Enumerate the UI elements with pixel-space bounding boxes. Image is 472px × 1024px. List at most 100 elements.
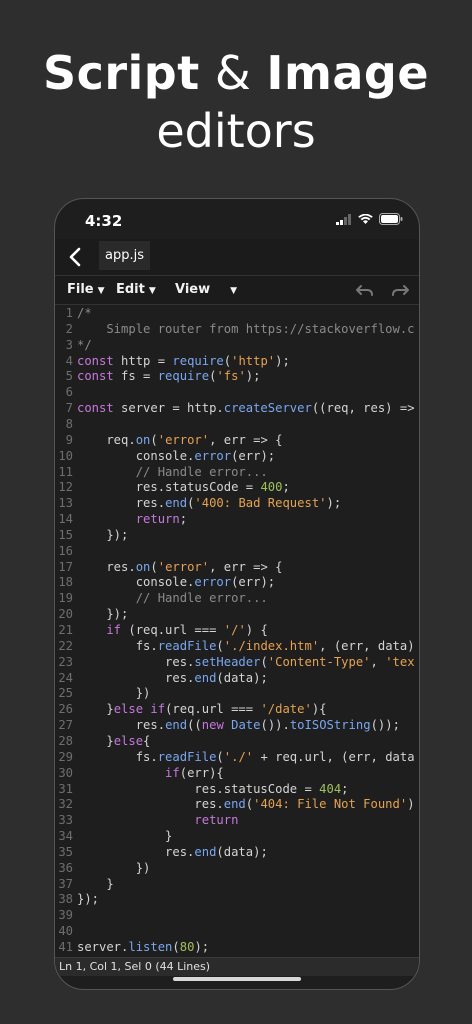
- code-token: require: [157, 369, 210, 384]
- home-indicator: [173, 977, 301, 981]
- code-text: Simple router from https://stackoverflow…: [77, 321, 414, 337]
- code-text: }: [77, 828, 172, 844]
- code-text: res.end('404: File Not Found'): [77, 796, 415, 812]
- code-line: 15 });: [55, 527, 128, 543]
- wifi-icon: [358, 213, 373, 224]
- line-number: 13: [58, 496, 73, 511]
- code-text: res.statusCode = 400;: [77, 479, 290, 495]
- line-number: 35: [58, 844, 73, 859]
- code-token: (: [150, 432, 158, 447]
- code-token: ((req, res) =>: [311, 401, 415, 416]
- code-line: 37 }: [55, 876, 113, 892]
- line-number: 2: [65, 321, 73, 336]
- code-text: // Handle error...: [77, 464, 268, 480]
- code-token: });: [77, 527, 129, 542]
- code-token: return: [77, 813, 239, 828]
- line-number: 3: [65, 337, 73, 352]
- line-number: 19: [58, 591, 73, 606]
- code-token: console.: [77, 575, 195, 590]
- code-line: 16: [55, 543, 77, 559]
- battery-icon: [379, 213, 403, 225]
- code-token: Date: [231, 718, 261, 733]
- undo-icon[interactable]: [355, 282, 375, 298]
- code-token: 80: [179, 940, 195, 954]
- menu-edit-label: Edit: [116, 282, 145, 297]
- code-line: 36 }): [55, 860, 150, 876]
- code-token: // Handle error...: [77, 464, 268, 479]
- code-line: 28 }else{: [55, 733, 150, 749]
- code-line: 11 // Handle error...: [55, 464, 268, 480]
- menu-edit[interactable]: Edit ▼: [116, 282, 156, 297]
- code-token: ,: [370, 654, 386, 669]
- code-token: res.: [77, 844, 195, 859]
- code-line: 9 req.on('error', err => {: [55, 432, 283, 448]
- code-token: */: [77, 337, 92, 352]
- code-token: http =: [113, 353, 173, 368]
- headline-line-1: Script & Image: [0, 44, 472, 102]
- menu-view[interactable]: View ▼: [175, 282, 237, 297]
- code-editor[interactable]: 1/* 2 Simple router from https://stackove…: [55, 305, 419, 957]
- code-text: });: [77, 891, 99, 907]
- promo-headline: Script & Image editors: [0, 44, 472, 160]
- code-line: 40: [55, 923, 77, 939]
- code-token: '/': [223, 623, 246, 637]
- line-number: 11: [58, 464, 73, 479]
- code-line: 19 // Handle error...: [55, 590, 268, 606]
- code-token: 'fs': [216, 369, 246, 384]
- status-time: 4:32: [85, 212, 123, 230]
- code-text: */: [77, 337, 92, 353]
- code-text: if(err){: [77, 765, 224, 781]
- line-number: 33: [58, 813, 73, 828]
- code-token: (err);: [231, 448, 276, 463]
- code-text: }else{: [77, 733, 150, 749]
- line-number: 22: [58, 638, 73, 653]
- code-text: res.end(data);: [77, 844, 268, 860]
- code-text: }else if(req.url === '/date'){: [77, 701, 327, 717]
- code-token: (err){: [179, 765, 224, 780]
- code-line: 39: [55, 907, 77, 923]
- line-number: 38: [58, 892, 73, 907]
- code-token: ): [407, 797, 415, 812]
- code-token: (: [223, 353, 232, 368]
- code-line: 14 return;: [55, 511, 187, 527]
- code-line: 7 const server = http.createServer((req, …: [55, 400, 415, 416]
- code-token: const: [77, 369, 114, 384]
- code-text: server.listen(80);: [77, 939, 209, 955]
- code-text: const server = http.createServer((req, r…: [77, 400, 415, 416]
- code-text: res.end(data);: [77, 670, 268, 686]
- file-tab-app-js[interactable]: app.js: [99, 241, 150, 270]
- menu-file[interactable]: File ▼: [67, 282, 105, 297]
- line-number: 9: [65, 432, 73, 447]
- code-token: ){: [311, 702, 327, 717]
- code-token: , err => {: [209, 559, 283, 574]
- code-text: res.end((new Date()).toISOString());: [77, 717, 400, 733]
- code-token: , err => {: [209, 432, 283, 447]
- code-text: fs.readFile('./index.htm', (err, data): [77, 638, 415, 654]
- code-token: console.: [77, 448, 195, 463]
- code-token: '404: File Not Found': [253, 797, 408, 812]
- code-token: end: [194, 844, 217, 859]
- code-token: // Handle error...: [77, 591, 268, 606]
- code-token: res.: [77, 670, 195, 685]
- code-text: res.end('400: Bad Request');: [77, 495, 342, 511]
- line-number: 30: [58, 765, 73, 780]
- line-number: 17: [58, 559, 73, 574]
- code-token: end: [165, 496, 188, 511]
- code-text: // Handle error...: [77, 590, 268, 606]
- code-token: }): [77, 860, 151, 875]
- editor-menu-bar: File ▼ Edit ▼ View ▼: [55, 276, 419, 305]
- line-number: 1: [65, 306, 73, 320]
- menu-file-label: File: [67, 282, 94, 297]
- code-text: const http = require('http');: [77, 353, 290, 369]
- code-line: 3 */: [55, 337, 92, 353]
- code-text: });: [77, 527, 128, 543]
- code-token: res.: [77, 496, 166, 511]
- chevron-left-icon[interactable]: [65, 245, 87, 269]
- redo-icon[interactable]: [390, 282, 410, 298]
- code-token: 400: [260, 480, 283, 495]
- code-text: console.error(err);: [77, 448, 275, 464]
- signal-icon: [336, 213, 351, 225]
- code-text: });: [77, 606, 128, 622]
- code-line: 12 res.statusCode = 400;: [55, 479, 290, 495]
- code-text: if (req.url === '/') {: [77, 622, 267, 638]
